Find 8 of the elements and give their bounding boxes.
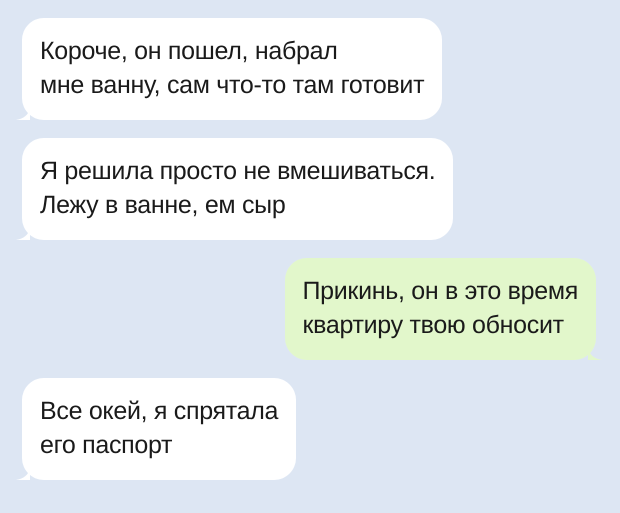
message-text: Я решила просто не вмешиваться. bbox=[40, 156, 436, 187]
message-text: квартиру твою обносит bbox=[302, 310, 565, 341]
message-text: его паспорт bbox=[40, 430, 174, 461]
message-text: Все окей, я спрятала bbox=[40, 396, 278, 427]
message-text: Лежу в ванне, ем сыр bbox=[40, 190, 286, 221]
message-text: Прикинь, он в это время bbox=[302, 276, 578, 307]
message-text: мне ванну, сам что-то там готовит bbox=[40, 70, 424, 101]
message-text: Короче, он пошел, набрал bbox=[40, 36, 338, 67]
